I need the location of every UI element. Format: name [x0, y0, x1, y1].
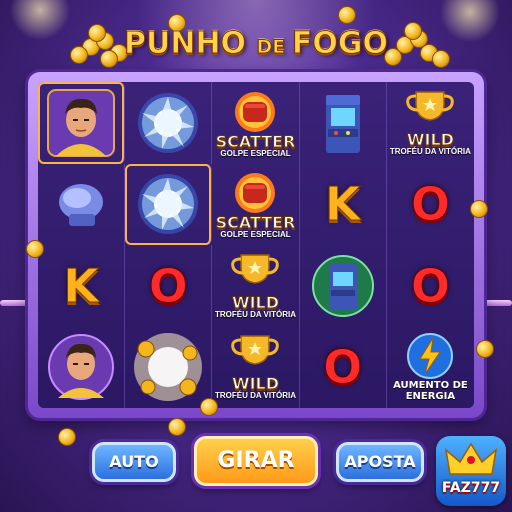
reel-cell-r4-c2 — [125, 326, 213, 408]
auto-button[interactable]: AUTO — [92, 442, 176, 482]
title-word-punho: PUNHO — [123, 26, 257, 62]
reel-cell-r4-c5: AUMENTO DE ENERGIA — [387, 327, 474, 409]
reel-cell-r2-c5: O — [387, 164, 474, 246]
letter-o: O — [410, 177, 450, 232]
reel-cell-r1-c4 — [300, 82, 387, 164]
ring-rope-right — [484, 300, 512, 306]
letter-o: O — [323, 340, 363, 395]
letter-o: O — [410, 258, 450, 313]
reel-cell-r2-c3: SCATTER GOLPE ESPECIAL — [212, 163, 300, 245]
bet-button[interactable]: APOSTA — [336, 442, 424, 482]
reel-cell-r2-c2 — [125, 163, 213, 245]
wild-sublabel: TROFÉU DA VITÓRIA — [389, 146, 471, 156]
trophy-icon — [402, 90, 458, 130]
boxing-glove-icon — [51, 176, 111, 232]
wild-sublabel: TROFÉU DA VITÓRIA — [214, 309, 297, 319]
letter-k: K — [63, 258, 100, 313]
reel-cell-r3-c4 — [300, 245, 387, 327]
fire-fist-icon — [226, 88, 284, 132]
reel-cell-r3-c1: K — [38, 245, 126, 327]
reel-cell-r3-c2: O — [125, 245, 213, 327]
spin-button[interactable]: GIRAR — [194, 436, 318, 486]
arcade-cabinet-icon — [318, 91, 368, 155]
reel-frame: SCATTER GOLPE ESPECIAL WILD TROFÉU DA VI… — [28, 72, 484, 418]
title-word-fogo: FOGO — [291, 26, 388, 62]
letter-o: O — [148, 258, 188, 313]
reel-cell-r4-c1 — [38, 326, 126, 408]
trophy-icon — [227, 334, 283, 374]
wild-sublabel: TROFÉU DA VITÓRIA — [214, 391, 297, 401]
plasma-orb-icon — [132, 87, 204, 159]
brand-logo-text: FAZ777 — [441, 480, 501, 496]
letter-k: K — [324, 177, 361, 232]
scatter-sublabel: GOLPE ESPECIAL — [220, 148, 291, 158]
fire-fist-icon — [226, 169, 284, 214]
energy-boost-label: AUMENTO DE ENERGIA — [393, 380, 468, 403]
crown-icon — [444, 442, 498, 475]
reel-cell-r1-c2 — [125, 82, 213, 164]
reel-grid: SCATTER GOLPE ESPECIAL WILD TROFÉU DA VI… — [38, 82, 474, 408]
reel-cell-r3-c5: O — [387, 245, 474, 327]
scatter-sublabel: GOLPE ESPECIAL — [220, 230, 291, 240]
trophy-icon — [227, 253, 283, 293]
ring-rope-left — [0, 300, 30, 306]
reel-cell-r2-c4: K — [300, 163, 387, 245]
coin-burst-icon — [128, 329, 208, 405]
brand-logo: FAZ777 — [436, 436, 506, 506]
arcade-cabinet-icon — [311, 254, 375, 318]
game-title: PUNHO DE FOGO — [120, 26, 392, 70]
fighter-portrait-icon — [46, 88, 116, 158]
reel-cell-r1-c5: WILD TROFÉU DA VITÓRIA — [387, 82, 474, 164]
lightning-icon — [406, 332, 454, 380]
reel-cell-r4-c4: O — [300, 326, 387, 408]
plasma-orb-icon — [132, 168, 204, 240]
reel-cell-r1-c1 — [38, 82, 126, 164]
fighter-portrait-icon — [46, 332, 116, 402]
reel-cell-r1-c3: SCATTER GOLPE ESPECIAL — [212, 82, 300, 164]
reel-cell-r4-c3: WILD TROFÉU DA VITÓRIA — [212, 326, 300, 408]
reel-cell-r3-c3: WILD TROFÉU DA VITÓRIA — [212, 245, 300, 327]
reel-cell-r2-c1 — [38, 163, 126, 245]
title-word-de: DE — [256, 36, 292, 59]
